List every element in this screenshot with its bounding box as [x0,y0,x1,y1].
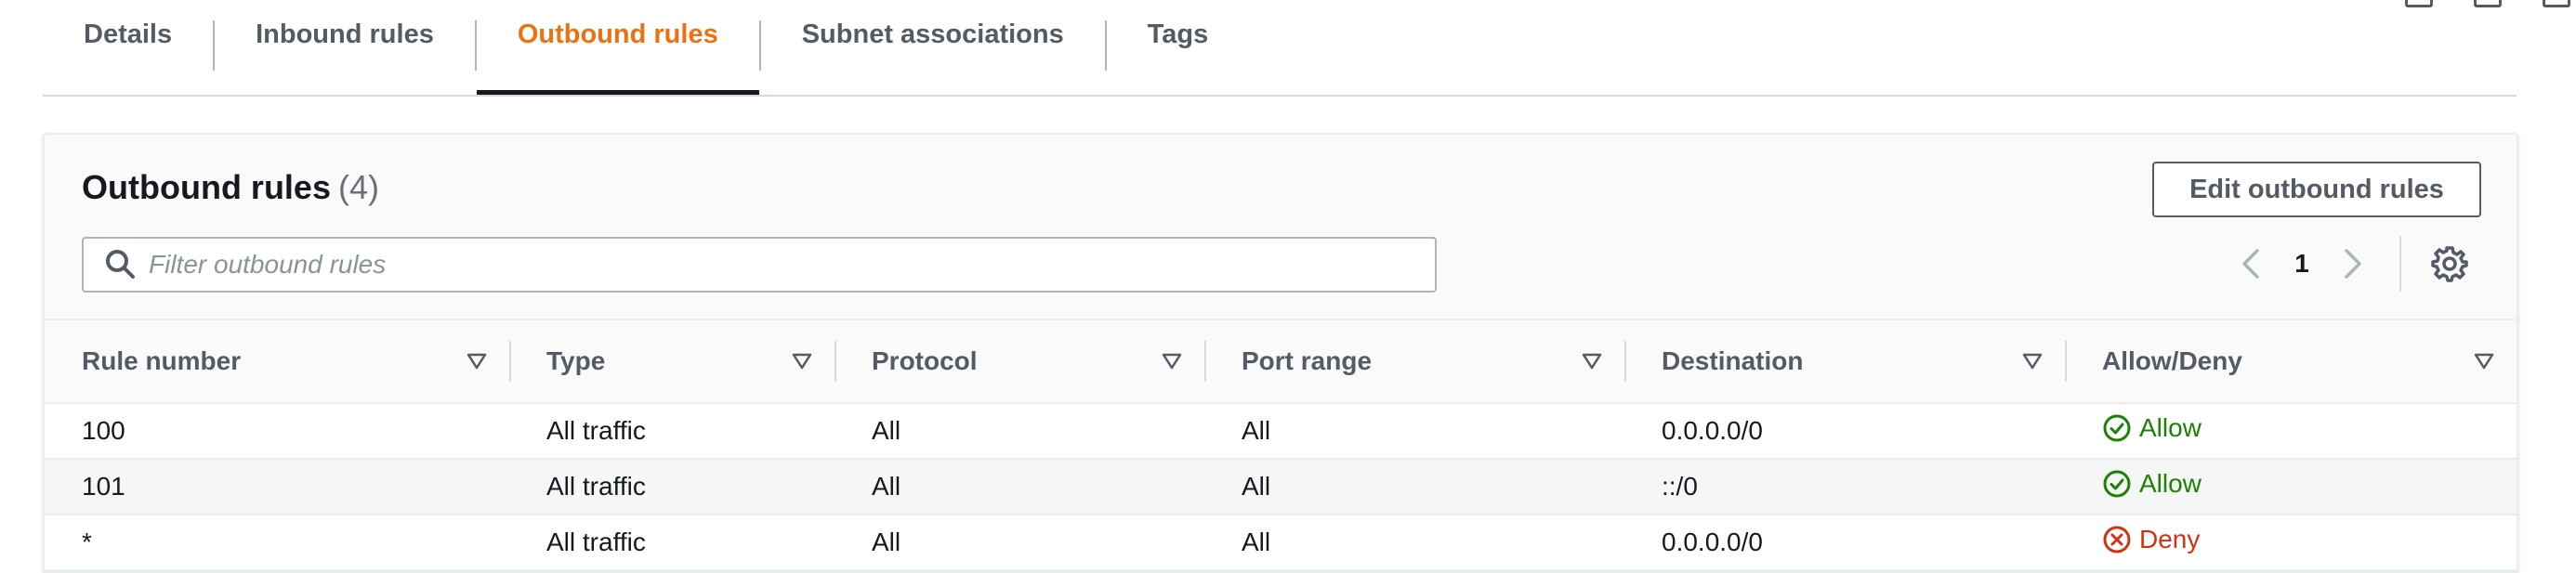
column-divider [2065,341,2067,382]
table-header-row: Rule number Type Protocol Port range Des… [45,319,2517,403]
chevron-left-icon [2242,249,2259,279]
chevron-right-icon [2345,249,2361,279]
status-allow: Allow [2102,469,2201,499]
cell-allow-deny: Allow [2065,459,2517,514]
cell-port-range: All [1242,416,1271,445]
status-label: Allow [2139,412,2201,442]
column-label: Protocol [872,346,978,375]
column-label: Rule number [82,346,242,375]
tab-subnet-associations[interactable]: Subnet associations [761,0,1105,82]
tab-details[interactable]: Details [43,0,213,82]
panel-header: Outbound rules(4) Edit outbound rules 1 [45,135,2517,320]
cell-allow-deny: Deny [2065,514,2517,570]
filter-input[interactable] [139,238,1435,292]
tab-tags[interactable]: Tags [1107,0,1250,82]
toolbar-icon[interactable] [2543,0,2570,7]
cell-destination: ::/0 [1662,472,1698,501]
pagination: 1 [2223,233,2470,294]
cell-protocol: All [872,527,901,556]
cell-type: All traffic [546,527,646,556]
status-deny: Deny [2102,525,2200,554]
tab-bar: Details Inbound rules Outbound rules Sub… [43,0,2517,97]
edit-outbound-rules-button[interactable]: Edit outbound rules [2152,162,2481,217]
outbound-rules-table: Rule number Type Protocol Port range Des… [45,319,2517,571]
cell-rule-number: 100 [82,416,125,445]
check-circle-icon [2103,414,2131,441]
current-page[interactable]: 1 [2279,249,2325,279]
column-header-protocol[interactable]: Protocol [835,319,1204,403]
column-header-destination[interactable]: Destination [1624,319,2065,403]
status-allow: Allow [2102,413,2201,443]
cell-destination: 0.0.0.0/0 [1662,416,1763,445]
sort-caret-icon [792,353,812,370]
cell-type: All traffic [546,472,646,501]
sort-caret-icon [1162,353,1182,370]
rule-count: (4) [337,168,379,206]
cell-port-range: All [1242,472,1271,501]
table-row[interactable]: 101 All traffic All All ::/0 Allow [45,459,2517,514]
column-divider [835,341,836,382]
x-circle-icon [2103,526,2131,553]
cell-port-range: All [1242,527,1271,556]
previous-page-button[interactable] [2223,236,2279,292]
column-label: Destination [1662,346,1804,375]
filter-box [82,237,1437,293]
status-label: Deny [2139,524,2201,553]
column-header-port-range[interactable]: Port range [1204,319,1624,403]
sort-caret-icon [2022,353,2043,370]
column-divider [1204,341,1206,382]
sort-caret-icon [1582,353,1602,370]
next-page-button[interactable] [2325,236,2381,292]
column-label: Type [546,346,606,375]
cell-type: All traffic [546,416,646,445]
cell-protocol: All [872,416,901,445]
column-divider [509,341,511,382]
panel-title: Outbound rules (4) [82,168,379,207]
sort-caret-icon [2474,353,2494,370]
column-header-type[interactable]: Type [509,319,835,403]
column-divider [1624,341,1626,382]
gear-icon[interactable] [2429,243,2470,284]
column-label: Port range [1242,346,1373,375]
cell-allow-deny: Allow [2065,403,2517,459]
tab-inbound-rules[interactable]: Inbound rules [215,0,475,82]
outbound-rules-panel: Outbound rules(4) Edit outbound rules 1 [43,133,2518,573]
pager-divider [2399,236,2401,292]
table-row[interactable]: 100 All traffic All All 0.0.0.0/0 Allow [45,403,2517,459]
tab-outbound-rules[interactable]: Outbound rules [476,0,759,95]
cell-protocol: All [872,472,901,501]
cell-rule-number: 101 [82,472,125,501]
cell-rule-number: * [82,527,92,556]
status-label: Allow [2139,468,2201,498]
column-header-allow-deny[interactable]: Allow/Deny [2065,319,2517,403]
column-label: Allow/Deny [2102,346,2242,375]
search-icon [106,250,135,279]
column-header-rule-number[interactable]: Rule number [45,319,509,403]
panel-title-text: Outbound rules [82,168,331,206]
sort-caret-icon [467,353,487,370]
table-row[interactable]: * All traffic All All 0.0.0.0/0 Deny [45,514,2517,570]
cell-destination: 0.0.0.0/0 [1662,527,1763,556]
check-circle-icon [2103,470,2131,497]
